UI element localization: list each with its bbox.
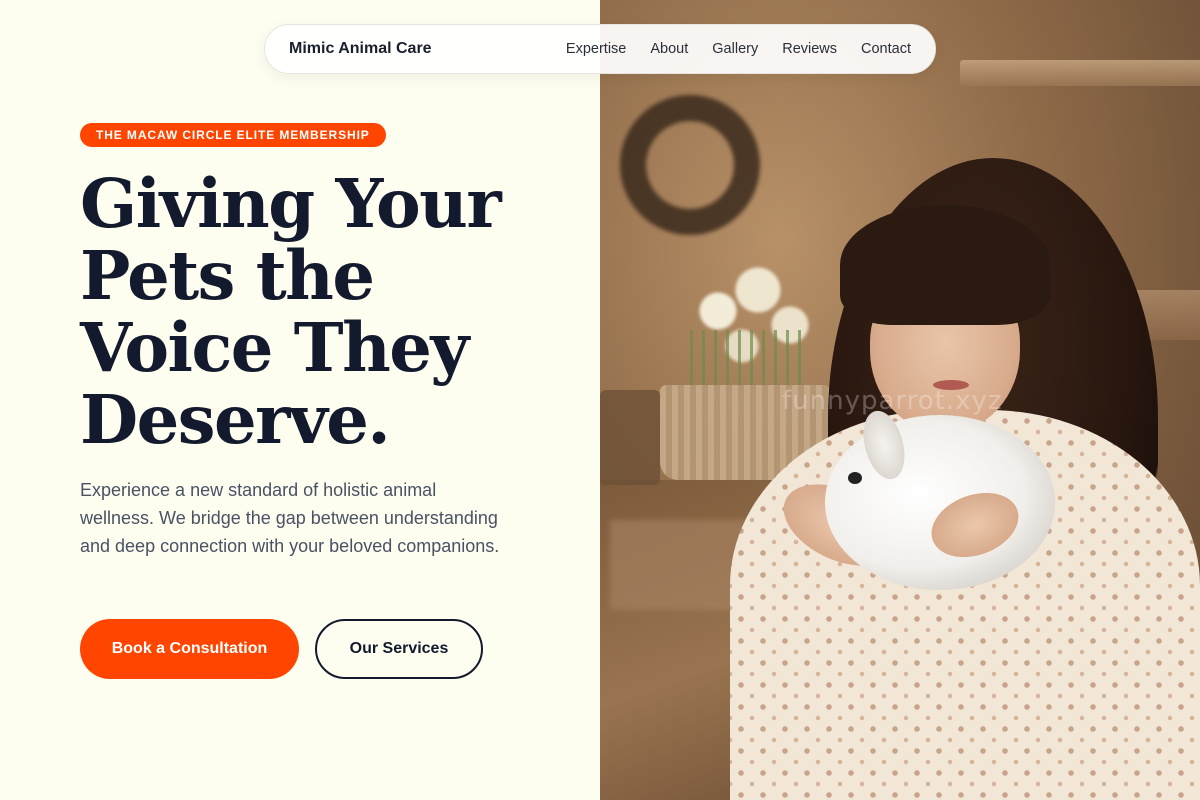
book-consultation-button[interactable]: Book a Consultation [80, 619, 299, 679]
photo-watermark: funnyparrot.xyz [782, 386, 1003, 416]
photo-bunny-eye [848, 472, 862, 484]
headline-line: Pets the [80, 236, 375, 315]
nav-link-about[interactable]: About [650, 41, 688, 57]
photo-flower-stems [690, 330, 810, 390]
membership-badge: THE MACAW CIRCLE ELITE MEMBERSHIP [80, 123, 386, 147]
photo-basket [600, 390, 660, 485]
our-services-button[interactable]: Our Services [315, 619, 483, 679]
headline-line: Voice They [80, 308, 469, 387]
nav-link-contact[interactable]: Contact [861, 41, 911, 57]
photo-woman-bangs [840, 205, 1050, 325]
photo-shelf [960, 60, 1200, 86]
photo-wreath [620, 95, 760, 235]
headline-line: Deserve. [80, 380, 391, 459]
hero-photo: funnyparrot.xyz [600, 0, 1200, 800]
hero-left-panel: THE MACAW CIRCLE ELITE MEMBERSHIP Giving… [0, 0, 600, 800]
hero-subtext: Experience a new standard of holistic an… [80, 480, 500, 556]
hero-headline: Giving Your Pets the Voice They Deserve. [80, 168, 580, 456]
brand-logo[interactable]: Mimic Animal Care [289, 40, 432, 58]
nav-link-expertise[interactable]: Expertise [566, 41, 626, 57]
nav-link-gallery[interactable]: Gallery [712, 41, 758, 57]
top-navigation: Mimic Animal Care Expertise About Galler… [264, 24, 936, 74]
nav-links: Expertise About Gallery Reviews Contact [566, 41, 911, 57]
photo-rug [610, 520, 750, 610]
photo-bunny [825, 415, 1055, 590]
nav-link-reviews[interactable]: Reviews [782, 41, 837, 57]
headline-line: Giving Your [80, 164, 502, 243]
